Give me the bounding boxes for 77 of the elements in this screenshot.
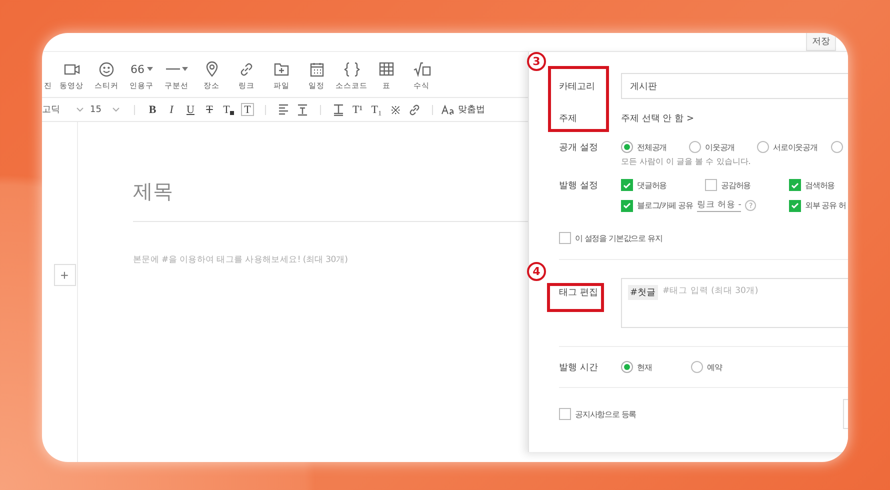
radio-button[interactable] — [831, 141, 843, 153]
format-button[interactable]: B — [143, 102, 162, 118]
field-label: 태그 편집 — [559, 287, 599, 299]
checkbox[interactable] — [789, 179, 801, 191]
option-label: 외부 공유 허 — [805, 200, 846, 211]
option-label: 현재 — [637, 362, 652, 372]
format-button[interactable]: T₁ — [367, 102, 386, 118]
calendar-icon — [310, 62, 324, 76]
radio-button[interactable] — [621, 361, 633, 373]
option-label: 블로그/카페 공유 — [637, 200, 693, 211]
link-icon — [239, 62, 254, 76]
checkbox[interactable] — [705, 179, 717, 191]
save-button[interactable]: 저장 — [806, 33, 836, 51]
folder-plus-icon — [274, 62, 289, 76]
field-label: 카테고리 — [559, 80, 596, 92]
radio-button[interactable] — [621, 141, 633, 153]
field-label: 주제 — [559, 112, 578, 124]
option-label: 공지사항으로 등록 — [575, 408, 636, 420]
format-button[interactable]: T¹ — [348, 102, 367, 118]
share-dropdown[interactable]: 링크 허용 - — [696, 199, 742, 212]
step-number: 3 — [527, 52, 546, 71]
field-label: 공개 설정 — [559, 142, 599, 154]
format-button[interactable]: T — [241, 103, 254, 116]
checkmark-icon — [623, 182, 631, 188]
option-label: 이웃공개 — [705, 142, 735, 152]
visibility-note: 모든 사람이 이 글을 볼 수 있습니다. — [621, 156, 752, 167]
font-size-select[interactable]: 15 — [90, 104, 102, 114]
format-button[interactable]: T — [219, 102, 238, 118]
title-placeholder[interactable]: 제목 — [133, 178, 173, 205]
category-select[interactable]: 게시판 — [621, 73, 848, 99]
caret-icon — [182, 67, 188, 71]
option-label: 검색허용 — [805, 180, 835, 190]
option-label: 이 설정을 기본값으로 유지 — [575, 232, 662, 244]
option-label: 댓글허용 — [637, 180, 667, 190]
option-label: 서로이웃공개 — [773, 142, 818, 152]
checkmark-icon — [791, 182, 799, 188]
caret-icon — [146, 67, 152, 71]
square-root-icon — [412, 62, 430, 76]
chevron-down-icon — [112, 107, 120, 112]
format-button[interactable]: I — [162, 102, 181, 118]
checkbox[interactable] — [621, 200, 633, 212]
option-label: 예약 — [707, 362, 722, 372]
tag-chip[interactable]: #첫글 — [628, 285, 658, 300]
option-label: 전체공개 — [637, 142, 667, 152]
radio-button[interactable] — [689, 141, 701, 153]
smiley-icon — [99, 62, 114, 76]
highlight-frame — [548, 66, 609, 132]
horizontal-line-icon — [166, 67, 180, 71]
radio-button[interactable] — [691, 361, 703, 373]
step-number: 4 — [527, 262, 546, 281]
checkbox[interactable] — [621, 179, 633, 191]
chevron-down-icon — [76, 107, 84, 112]
checkbox[interactable] — [559, 408, 571, 420]
add-block-button[interactable]: + — [54, 264, 76, 286]
letters-icon — [441, 104, 455, 115]
font-select[interactable]: 고딕 — [42, 103, 60, 116]
table-grid-icon — [379, 62, 394, 76]
map-pin-icon — [206, 61, 218, 77]
format-button[interactable]: T — [200, 102, 219, 118]
option-label: 공감허용 — [721, 180, 751, 190]
quote-glyph[interactable]: 66 — [130, 64, 144, 74]
color-square-icon — [230, 110, 234, 114]
topic-select-link[interactable]: 주제 선택 안 함 > — [621, 112, 694, 124]
radio-button[interactable] — [757, 141, 769, 153]
format-button[interactable]: ※ — [386, 102, 405, 118]
checkbox[interactable] — [559, 232, 571, 244]
checkmark-icon — [791, 202, 799, 209]
spellcheck-button[interactable]: 맞춤법 — [441, 103, 485, 116]
curly-braces-icon — [344, 62, 360, 76]
checkmark-icon — [623, 202, 631, 209]
field-label: 발행 설정 — [559, 180, 599, 192]
format-button[interactable]: U — [181, 102, 200, 118]
field-label: 발행 시간 — [559, 362, 599, 374]
highlight-frame — [547, 283, 604, 312]
tag-input-field[interactable]: #첫글 #태그 입력 (최대 30개) — [621, 278, 848, 328]
checkbox[interactable] — [789, 200, 801, 212]
video-camera-icon — [64, 62, 80, 76]
